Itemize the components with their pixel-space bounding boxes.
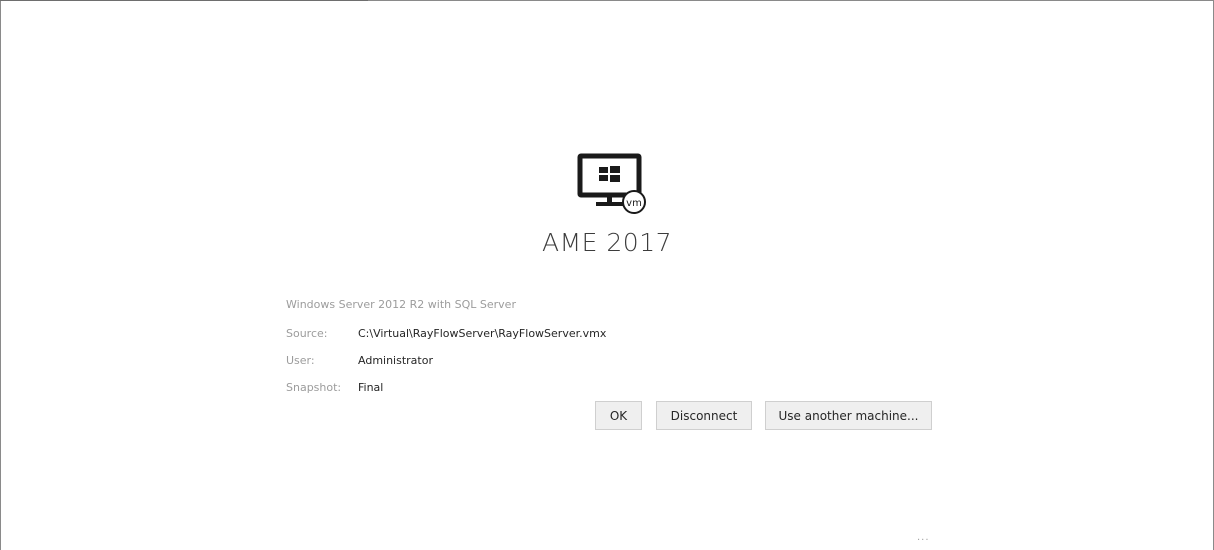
machine-name: AME 2017 [541,228,673,257]
snapshot-label: Snapshot: [286,381,342,394]
window-frame [0,0,1214,550]
snapshot-value: Final [358,381,384,394]
more-options-icon[interactable]: ... [917,532,930,543]
os-name: Windows Server 2012 R2 with SQL Server [286,298,516,311]
ok-button[interactable]: OK [595,401,642,430]
source-value: C:\Virtual\RayFlowServer\RayFlowServer.v… [358,327,607,340]
svg-text:vm: vm [626,198,642,209]
disconnect-button[interactable]: Disconnect [656,401,752,430]
vm-monitor-icon: vm [577,153,646,214]
user-label: User: [286,354,315,367]
source-label: Source: [286,327,328,340]
user-value: Administrator [358,354,433,367]
use-another-machine-button[interactable]: Use another machine... [765,401,932,430]
top-accent-line [0,0,368,1]
